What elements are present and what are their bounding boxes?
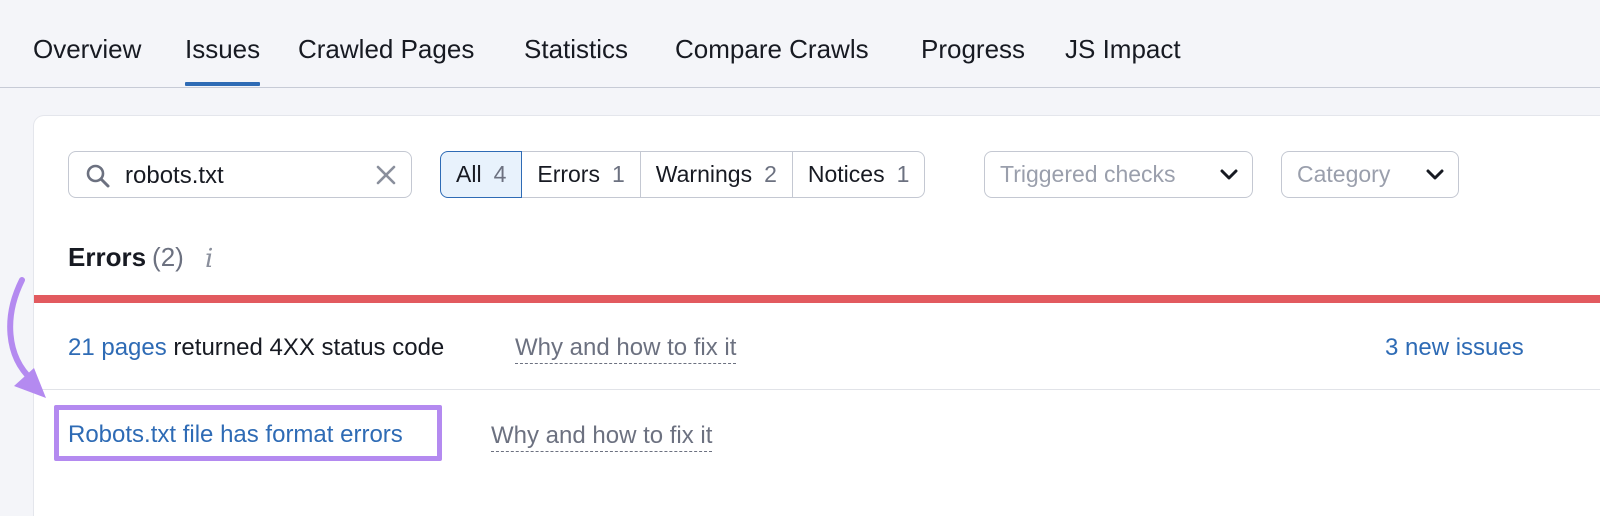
info-icon[interactable]: i — [205, 244, 213, 274]
issue-row-text: 21 pages returned 4XX status code — [68, 334, 444, 362]
filter-label: Notices — [807, 161, 885, 187]
issue-description: returned 4XX status code — [166, 334, 445, 361]
robots-txt-issue-link[interactable]: Robots.txt file has format errors — [68, 421, 403, 448]
tab-compare-crawls[interactable]: Compare Crawls — [675, 34, 869, 65]
tab-progress[interactable]: Progress — [921, 34, 1025, 65]
tab-js-impact[interactable]: JS Impact — [1065, 34, 1181, 65]
issue-type-filter: All 4 Errors 1 Warnings 2 Notices 1 — [440, 151, 926, 198]
filter-notices-button[interactable]: Notices 1 — [791, 151, 926, 198]
filter-all-button[interactable]: All 4 — [440, 151, 523, 198]
why-fix-link[interactable]: Why and how to fix it — [515, 334, 737, 364]
issue-row-text: Robots.txt file has format errors — [68, 421, 403, 449]
curved-arrow-icon — [7, 277, 46, 398]
errors-count: (2) — [152, 242, 184, 272]
tab-crawled-pages[interactable]: Crawled Pages — [298, 34, 474, 65]
search-input[interactable]: robots.txt — [68, 151, 412, 198]
close-icon[interactable] — [375, 164, 397, 186]
tab-statistics[interactable]: Statistics — [524, 34, 628, 65]
filter-warnings-button[interactable]: Warnings 2 — [639, 151, 793, 198]
why-fix-label[interactable]: Why and how to fix it — [491, 422, 713, 452]
dropdown-label: Triggered checks — [1000, 161, 1176, 187]
filter-errors-button[interactable]: Errors 1 — [521, 151, 641, 198]
row-divider — [34, 389, 1600, 390]
triggered-checks-dropdown[interactable]: Triggered checks — [984, 151, 1253, 198]
chevron-down-icon — [1220, 169, 1238, 179]
filter-count: 4 — [493, 161, 507, 187]
search-icon — [86, 164, 110, 188]
why-fix-label[interactable]: Why and how to fix it — [515, 334, 737, 364]
tab-overview[interactable]: Overview — [33, 34, 141, 65]
new-issues-link[interactable]: 3 new issues — [1385, 334, 1524, 362]
tab-bar: Overview Issues Crawled Pages Statistics… — [0, 0, 1600, 88]
dropdown-label: Category — [1297, 161, 1391, 187]
why-fix-link[interactable]: Why and how to fix it — [491, 422, 713, 452]
chevron-down-icon — [1426, 169, 1444, 179]
affected-pages-link[interactable]: 21 pages — [68, 334, 167, 361]
filter-count: 1 — [896, 161, 910, 187]
errors-title: Errors — [68, 242, 147, 272]
tab-issues[interactable]: Issues — [185, 34, 261, 86]
search-value[interactable]: robots.txt — [125, 162, 224, 190]
filter-label: All — [456, 161, 482, 187]
filter-label: Warnings — [655, 161, 753, 187]
errors-section-title: Errors (2) — [68, 242, 184, 273]
filter-count: 1 — [611, 161, 625, 187]
error-severity-bar — [34, 295, 1600, 303]
new-issues-label[interactable]: 3 new issues — [1385, 334, 1524, 361]
category-dropdown[interactable]: Category — [1281, 151, 1459, 198]
filter-label: Errors — [537, 161, 600, 187]
filter-count: 2 — [764, 161, 777, 187]
